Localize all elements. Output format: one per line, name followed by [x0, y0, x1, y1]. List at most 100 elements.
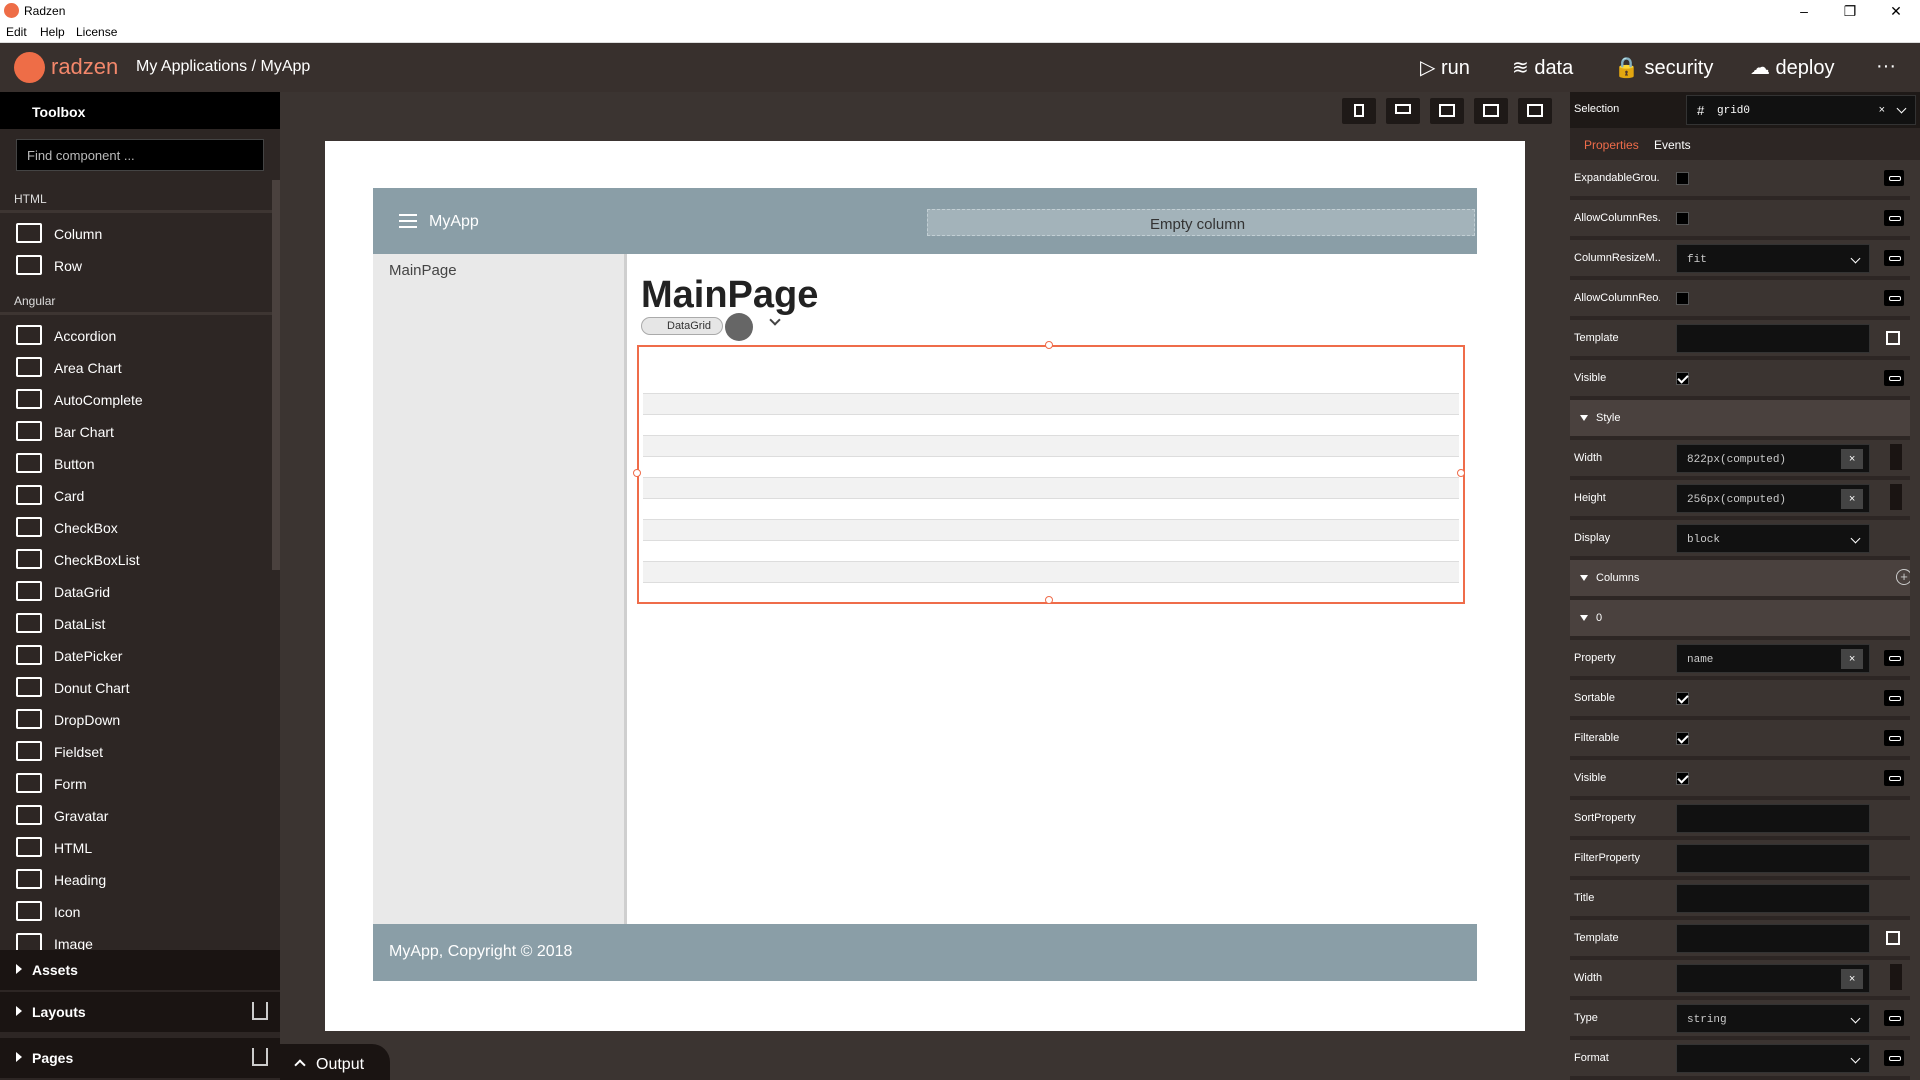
chevron-down-icon[interactable]: [1850, 533, 1861, 544]
spinner-icon[interactable]: [1890, 444, 1902, 470]
resize-handle-right[interactable]: [1457, 469, 1465, 477]
security-button[interactable]: 🔒 security: [1614, 55, 1713, 80]
prop-input[interactable]: [1676, 1044, 1870, 1073]
clear-icon[interactable]: ×: [1841, 649, 1863, 669]
toolbox-item-bar-chart[interactable]: Bar Chart: [0, 416, 272, 446]
prop-checkbox[interactable]: [1676, 172, 1689, 185]
edit-icon[interactable]: [1886, 931, 1900, 945]
prop-input[interactable]: [1676, 924, 1870, 953]
toolbox-item-datagrid[interactable]: DataGrid: [0, 576, 272, 606]
toolbox-item-checkbox[interactable]: CheckBox: [0, 512, 272, 542]
datagrid-component[interactable]: [633, 341, 1465, 604]
data-binding-icon[interactable]: [1884, 250, 1904, 266]
toolbox-item-datepicker[interactable]: DatePicker: [0, 640, 272, 670]
spinner-icon[interactable]: [1890, 484, 1902, 510]
toolbox-item-heading[interactable]: Heading: [0, 864, 272, 894]
find-component-input[interactable]: Find component ...: [16, 139, 264, 171]
toolbox-item-area-chart[interactable]: Area Chart: [0, 352, 272, 382]
toolbox-item-fieldset[interactable]: Fieldset: [0, 736, 272, 766]
toolbox-item-form[interactable]: Form: [0, 768, 272, 798]
add-page-icon[interactable]: [252, 1048, 268, 1066]
resize-handle-bottom[interactable]: [1045, 596, 1053, 604]
layout-header[interactable]: MyApp Empty column: [373, 188, 1477, 254]
prop-checkbox[interactable]: [1676, 732, 1689, 745]
data-binding-icon[interactable]: [1884, 170, 1904, 186]
toolbox-item-gravatar[interactable]: Gravatar: [0, 800, 272, 830]
toolbox-item-checkboxlist[interactable]: CheckBoxList: [0, 544, 272, 574]
data-binding-icon[interactable]: [1884, 1010, 1904, 1026]
deploy-button[interactable]: ☁ deploy: [1750, 55, 1835, 80]
pages-accordion[interactable]: Pages: [0, 1038, 280, 1078]
data-binding-icon[interactable]: [1884, 370, 1904, 386]
prop-input[interactable]: [1676, 804, 1870, 833]
assets-accordion[interactable]: Assets: [0, 950, 280, 990]
close-button[interactable]: ✕: [1876, 1, 1916, 21]
prop-input[interactable]: 822px(computed) ×: [1676, 444, 1870, 473]
resize-handle-left[interactable]: [633, 469, 641, 477]
column-0-group[interactable]: 0: [1570, 600, 1920, 636]
data-binding-icon[interactable]: [1884, 730, 1904, 746]
clear-icon[interactable]: ×: [1841, 489, 1863, 509]
spinner-icon[interactable]: [1890, 964, 1902, 990]
device-phone-landscape-button[interactable]: [1386, 98, 1420, 124]
selection-select[interactable]: # grid0 ×: [1686, 95, 1916, 125]
prop-input[interactable]: [1676, 884, 1870, 913]
menu-help[interactable]: Help: [40, 25, 65, 39]
clear-icon[interactable]: ×: [1879, 104, 1885, 116]
device-tablet-button[interactable]: [1430, 98, 1464, 124]
run-button[interactable]: ▷ run: [1420, 55, 1470, 80]
chevron-down-icon[interactable]: [1850, 1053, 1861, 1064]
chevron-down-icon[interactable]: [1850, 1013, 1861, 1024]
clear-icon[interactable]: ×: [1841, 969, 1863, 989]
data-binding-icon[interactable]: [1884, 650, 1904, 666]
toolbox-scrollbar[interactable]: [272, 180, 280, 570]
resize-handle-top[interactable]: [1045, 341, 1053, 349]
device-tablet-landscape-button[interactable]: [1474, 98, 1508, 124]
prop-input[interactable]: [1676, 324, 1870, 353]
toolbox-item-button[interactable]: Button: [0, 448, 272, 478]
toolbox-header[interactable]: Toolbox: [0, 92, 280, 129]
toolbox-item-autocomplete[interactable]: AutoComplete: [0, 384, 272, 414]
prop-input[interactable]: 256px(computed) ×: [1676, 484, 1870, 513]
prop-input[interactable]: [1676, 844, 1870, 873]
toolbox-item-icon[interactable]: Icon: [0, 896, 272, 926]
layout-footer[interactable]: MyApp, Copyright © 2018: [373, 924, 1477, 981]
prop-input[interactable]: name ×: [1676, 644, 1870, 673]
prop-checkbox[interactable]: [1676, 772, 1689, 785]
breadcrumb[interactable]: My Applications / MyApp: [136, 58, 310, 76]
prop-checkbox[interactable]: [1676, 692, 1689, 705]
page-heading[interactable]: MainPage: [641, 274, 818, 317]
data-binding-icon[interactable]: [1884, 690, 1904, 706]
edit-icon[interactable]: [1886, 331, 1900, 345]
menu-license[interactable]: License: [76, 25, 117, 39]
empty-column-dropzone[interactable]: Empty column: [927, 209, 1475, 236]
toolbox-item-column[interactable]: Column: [0, 218, 272, 248]
toolbox-item-dropdown[interactable]: DropDown: [0, 704, 272, 734]
tab-events[interactable]: Events: [1654, 138, 1691, 152]
toolbox-item-html[interactable]: HTML: [0, 832, 272, 862]
tab-properties[interactable]: Properties: [1584, 138, 1639, 152]
properties-scrollbar[interactable]: [1910, 160, 1920, 1080]
data-button[interactable]: ≋ data: [1512, 55, 1573, 80]
prop-input[interactable]: fit: [1676, 244, 1870, 273]
toolbox-item-donut-chart[interactable]: Donut Chart: [0, 672, 272, 702]
menu-edit[interactable]: Edit: [6, 25, 27, 39]
delete-component-button[interactable]: [725, 313, 753, 341]
sidebar-link-mainpage[interactable]: MainPage: [389, 262, 457, 279]
layouts-accordion[interactable]: Layouts: [0, 992, 280, 1032]
datagrid-badge[interactable]: DataGrid: [641, 317, 723, 335]
data-binding-icon[interactable]: [1884, 1050, 1904, 1066]
data-binding-icon[interactable]: [1884, 210, 1904, 226]
hamburger-icon[interactable]: [399, 214, 417, 228]
more-button[interactable]: ···: [1876, 55, 1896, 78]
prop-checkbox[interactable]: [1676, 292, 1689, 305]
columns-group[interactable]: Columns +: [1570, 560, 1920, 596]
toolbox-item-row[interactable]: Row: [0, 250, 272, 280]
clear-icon[interactable]: ×: [1841, 449, 1863, 469]
toolbox-item-datalist[interactable]: DataList: [0, 608, 272, 638]
data-binding-icon[interactable]: [1884, 770, 1904, 786]
maximize-button[interactable]: ❐: [1830, 1, 1870, 21]
chevron-down-icon[interactable]: [1896, 103, 1907, 114]
add-layout-icon[interactable]: [252, 1002, 268, 1020]
prop-checkbox[interactable]: [1676, 372, 1689, 385]
